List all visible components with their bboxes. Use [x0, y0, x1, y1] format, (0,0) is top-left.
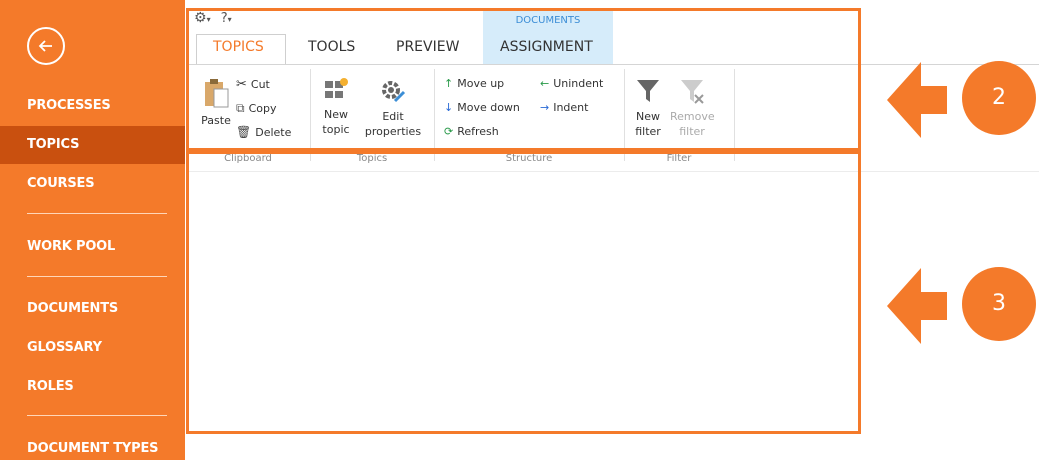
sidebar-divider [27, 276, 167, 277]
sidebar: PROCESSES TOPICS COURSES WORK POOL DOCUM… [0, 0, 185, 460]
back-button[interactable] [27, 27, 65, 65]
callout-number-3: 3 [962, 267, 1036, 341]
sidebar-item-document-types[interactable]: DOCUMENT TYPES [0, 430, 185, 468]
sidebar-item-work-pool[interactable]: WORK POOL [0, 228, 185, 266]
sidebar-item-topics[interactable]: TOPICS [0, 126, 185, 164]
content-highlight-frame [186, 151, 861, 434]
callout-arrow-icon [887, 268, 947, 344]
callout-number-2: 2 [962, 61, 1036, 135]
arrow-left-icon [38, 40, 52, 52]
sidebar-item-documents[interactable]: DOCUMENTS [0, 290, 185, 328]
sidebar-item-roles[interactable]: ROLES [0, 368, 185, 406]
sidebar-item-courses[interactable]: COURSES [0, 165, 185, 203]
sidebar-divider [27, 415, 167, 416]
sidebar-item-processes[interactable]: PROCESSES [0, 87, 185, 125]
sidebar-divider [27, 213, 167, 214]
sidebar-item-glossary[interactable]: GLOSSARY [0, 329, 185, 367]
callout-arrow-icon [887, 62, 947, 138]
ribbon-highlight-frame [186, 8, 861, 151]
